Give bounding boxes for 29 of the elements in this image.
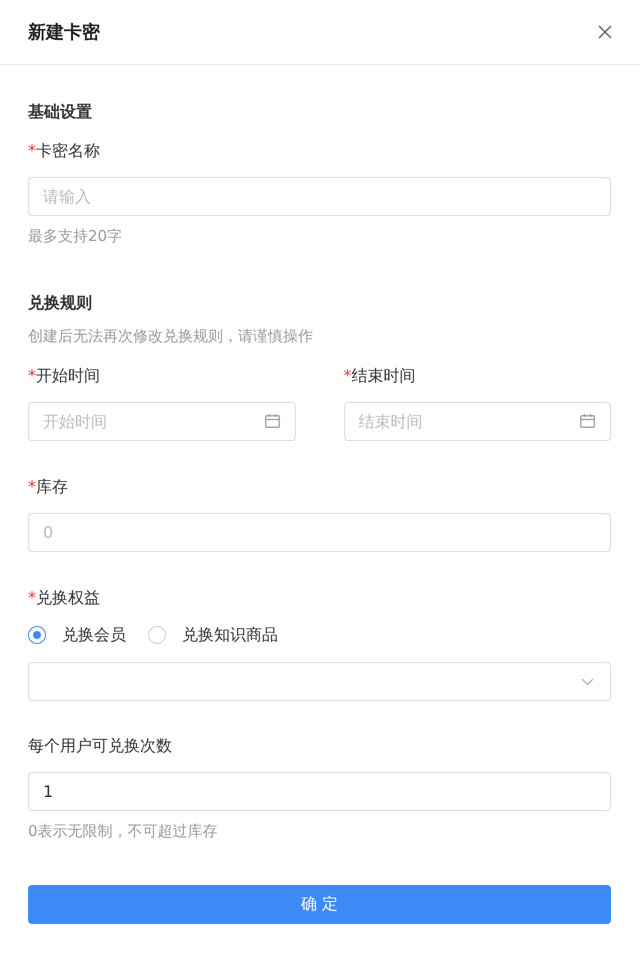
section-heading: 兑换规则 xyxy=(28,292,93,314)
calendar-icon xyxy=(580,414,595,428)
radio-option[interactable]: 兑换会员 xyxy=(28,624,126,646)
calendar-icon xyxy=(264,414,280,428)
close-icon[interactable] xyxy=(597,24,613,40)
required-mark: * xyxy=(28,476,36,498)
field-label: 卡密名称 xyxy=(36,140,100,162)
dialog-title: 新建卡密 xyxy=(28,21,100,44)
select-field[interactable] xyxy=(28,662,611,701)
field-label: 库存 xyxy=(36,476,68,498)
field-label: 每个用户可兑换次数 xyxy=(28,735,172,757)
required-mark: * xyxy=(28,365,36,387)
hint-text: 0表示无限制，不可超过库存 xyxy=(28,821,219,841)
field-label: 开始时间 xyxy=(36,365,100,387)
section-heading: 基础设置 xyxy=(28,101,93,123)
field-label: 兑换权益 xyxy=(36,587,100,609)
input-field[interactable]: 1 xyxy=(28,772,611,811)
date-field[interactable]: 结束时间 xyxy=(344,402,611,441)
input-field[interactable]: 0 xyxy=(28,513,611,552)
date-field[interactable]: 开始时间 xyxy=(28,402,296,441)
radio-option[interactable]: 兑换知识商品 xyxy=(148,624,278,646)
section-description: 创建后无法再次修改兑换规则，请谨慎操作 xyxy=(28,326,314,346)
required-mark: * xyxy=(28,140,36,162)
hint-text: 最多支持20字 xyxy=(28,226,124,246)
caret-icon xyxy=(581,678,594,686)
input-field[interactable]: 请输入 xyxy=(28,177,611,216)
required-mark: * xyxy=(344,365,352,387)
field-label: 结束时间 xyxy=(352,365,416,387)
required-mark: * xyxy=(28,587,36,609)
